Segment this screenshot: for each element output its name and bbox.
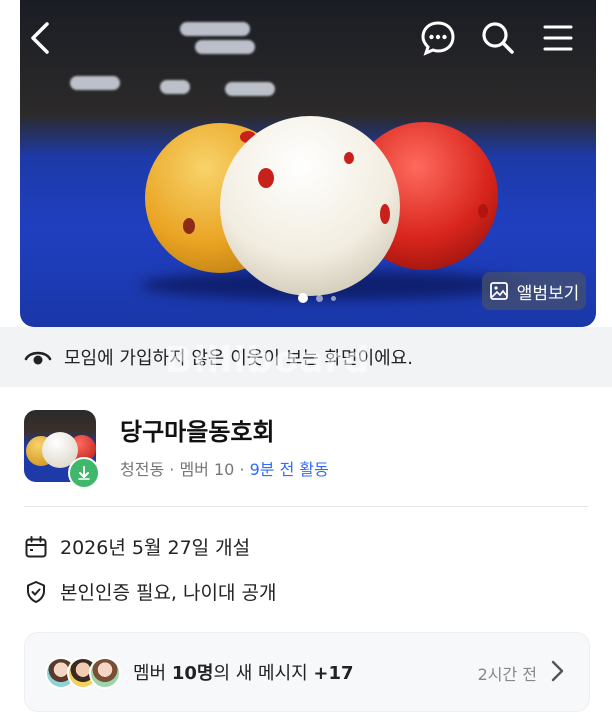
ceiling-light <box>225 82 275 96</box>
page-indicator <box>298 293 336 303</box>
back-button[interactable] <box>20 18 60 58</box>
chat-bubble-icon <box>421 21 455 56</box>
new-messages-text: 멤버 10명의 새 메시지 +17 <box>133 659 354 685</box>
calendar-icon <box>25 535 47 557</box>
divider <box>24 506 588 507</box>
avatar <box>89 657 121 689</box>
requirement-text: 본인인증 필요, 나이대 공개 <box>60 582 277 604</box>
certified-badge <box>68 457 100 489</box>
group-location: 청전동 <box>120 460 165 479</box>
ceiling-light <box>70 76 120 90</box>
back-arrow-icon <box>31 22 49 54</box>
group-meta: 청전동 · 멤버 10 · 9분 전 활동 <box>120 456 329 480</box>
ceiling-light <box>180 22 250 36</box>
group-activity: 9분 전 활동 <box>249 460 329 479</box>
album-view-label: 앨범보기 <box>516 283 580 304</box>
image-icon <box>489 282 508 300</box>
eye-icon <box>24 351 52 365</box>
opened-date-text: 2026년 5월 27일 개설 <box>60 537 251 559</box>
group-name: 당구마을동호회 <box>120 418 275 446</box>
hero-image[interactable]: 앨범보기 <box>20 0 596 327</box>
chat-button[interactable] <box>418 18 458 58</box>
ball-dot <box>344 152 354 164</box>
watermark-text: Billiboard <box>165 340 371 381</box>
ball-dot <box>478 204 488 218</box>
page-dot-active[interactable] <box>298 293 308 303</box>
msg-middle: 의 새 메시지 <box>213 663 314 684</box>
ceiling-light <box>160 80 190 94</box>
member-messages-card[interactable]: 멤버 10명의 새 메시지 +17 2시간 전 <box>24 632 590 712</box>
page-dot[interactable] <box>331 295 336 301</box>
leaf-download-icon <box>78 466 90 480</box>
msg-member-count: 10명 <box>171 663 214 684</box>
msg-prefix: 멤버 <box>133 663 172 684</box>
white-ball <box>220 116 400 296</box>
shield-check-icon <box>27 580 45 603</box>
meta-separator: · <box>239 460 245 479</box>
opened-date-row: 2026년 5월 27일 개설 <box>24 533 250 560</box>
ball-dot <box>258 168 274 188</box>
message-time: 2시간 전 <box>477 665 537 684</box>
album-view-button[interactable]: 앨범보기 <box>482 272 586 310</box>
meta-separator: · <box>169 460 175 479</box>
page-dot[interactable] <box>316 294 323 302</box>
group-member-count: 멤버 10 <box>179 460 235 479</box>
search-icon <box>482 22 514 54</box>
chevron-right-icon <box>551 660 564 682</box>
ball-dot <box>380 204 390 224</box>
msg-plus-count: +17 <box>313 663 354 684</box>
menu-button[interactable] <box>538 18 578 58</box>
ball-dot <box>183 218 195 234</box>
requirement-row: 본인인증 필요, 나이대 공개 <box>24 578 276 605</box>
ceiling-light <box>195 40 255 54</box>
search-button[interactable] <box>478 18 518 58</box>
menu-icon <box>543 25 573 51</box>
member-avatars <box>45 657 121 689</box>
